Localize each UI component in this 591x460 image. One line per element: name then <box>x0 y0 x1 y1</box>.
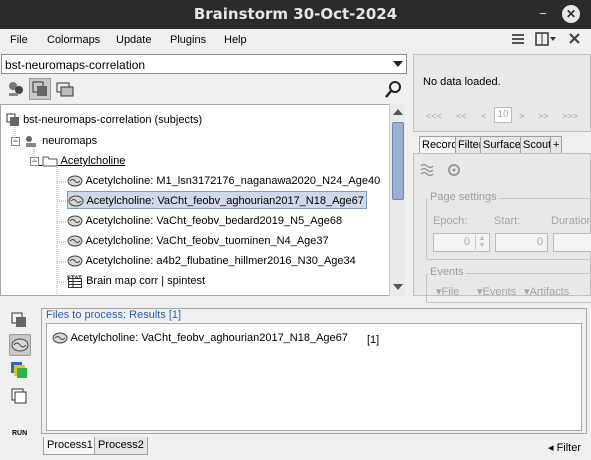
brain-icon <box>52 332 68 344</box>
nav-next-button[interactable]: > <box>519 111 524 121</box>
protocol-selector[interactable]: bst-neuromaps-correlation <box>1 54 407 74</box>
right-panel: No data loaded. <<< << < 10 > >> >>> Rec… <box>413 54 591 303</box>
tab-add[interactable]: + <box>550 136 563 153</box>
spinner-arrows-icon[interactable]: ▲ ▼ <box>475 235 488 250</box>
tab-surface[interactable]: Surface <box>480 136 524 153</box>
matrix-icon <box>11 388 27 404</box>
files-to-process-header: Files to process: Results [1] <box>46 309 182 321</box>
search-button[interactable] <box>383 78 405 100</box>
events-file-menu[interactable]: ▾File <box>436 285 459 298</box>
nav-prev-button[interactable]: < <box>481 111 486 121</box>
tree-file-item[interactable]: Acetylcholine: a4b2_flubatine_hillmer201… <box>67 252 356 270</box>
duration-field[interactable] <box>553 233 591 252</box>
title-bar: Brainstorm 30-Oct-2024 − ✕ <box>0 0 591 29</box>
tree-file-label: Acetylcholine: a4b2_flubatine_hillmer201… <box>85 255 356 267</box>
timefreq-icon <box>11 362 27 378</box>
menu-help[interactable]: Help <box>224 34 247 46</box>
process-sidebar: RUN <box>0 300 40 445</box>
process-file-list: Acetylcholine: VaCht_feobv_aghourian2017… <box>46 323 582 431</box>
run-button[interactable]: RUN <box>12 430 27 437</box>
nav-prev2-button[interactable]: << <box>456 111 467 121</box>
minimize-icon[interactable]: − <box>534 5 552 23</box>
tree-file-label: Acetylcholine: VaCht_feobv_bedard2019_N5… <box>85 215 343 227</box>
subjects-icon <box>9 82 23 96</box>
explorer-view-toolbar <box>0 76 410 102</box>
menu-plugins[interactable]: Plugins <box>170 34 206 46</box>
process-file-count: [1] <box>367 334 380 346</box>
start-field[interactable]: 0 <box>495 233 548 252</box>
record-tab-content: Page settings Epoch: Start: Duration 0 ▲… <box>413 153 591 303</box>
tree-file-item-selected[interactable]: Acetylcholine: VaCht_feobv_aghourian2017… <box>67 191 367 209</box>
window-title: Brainstorm 30-Oct-2024 <box>193 5 398 23</box>
tree-stat-item[interactable]: STAT Brain map corr | spintest <box>67 272 205 290</box>
brain-icon <box>11 338 29 352</box>
process-view-condition-button[interactable] <box>9 310 31 332</box>
process-sources-button[interactable] <box>9 334 31 356</box>
tab-process1[interactable]: Process1 <box>43 437 97 455</box>
process-timefreq-button[interactable] <box>9 360 31 382</box>
menu-update[interactable]: Update <box>116 34 151 46</box>
menu-bar: File Colormaps Update Plugins Help <box>0 29 591 52</box>
settings-icon[interactable] <box>447 163 461 177</box>
filter-button[interactable]: ◂ Filter <box>548 441 581 454</box>
process-file-item[interactable]: Acetylcholine: VaCht_feobv_aghourian2017… <box>52 332 348 344</box>
studies-icon <box>56 82 74 97</box>
nav-first-button[interactable]: <<< <box>426 111 442 121</box>
process-matrix-button[interactable] <box>9 386 31 408</box>
layout-list-icon[interactable] <box>511 32 525 49</box>
panel-tabs: Record Filter Surface Scout + <box>413 136 591 153</box>
tree-file-label: Acetylcholine: VaCht_feobv_aghourian2017… <box>86 195 364 207</box>
view-by-study-button[interactable] <box>54 78 76 100</box>
tree-file-item[interactable]: Acetylcholine: M1_lsn3172176_naganawa202… <box>67 172 380 190</box>
search-icon <box>385 81 401 98</box>
duration-label: Duration <box>551 215 591 227</box>
close-panel-icon[interactable] <box>568 32 581 49</box>
events-events-menu[interactable]: ▾Events <box>477 285 516 298</box>
protocol-name: bst-neuromaps-correlation <box>5 58 146 72</box>
tree-file-item[interactable]: Acetylcholine: VaCht_feobv_tuominen_N4_A… <box>67 232 329 250</box>
epoch-spinner[interactable]: 0 ▲ ▼ <box>433 233 490 252</box>
time-info-box: No data loaded. <<< << < 10 > >> >>> <box>413 54 591 132</box>
epoch-label: Epoch: <box>433 215 468 227</box>
start-label: Start: <box>494 215 521 227</box>
files-to-process-box: Files to process: Results [1] Acetylchol… <box>41 308 587 434</box>
view-by-condition-button[interactable] <box>29 78 51 100</box>
close-window-icon[interactable]: ✕ <box>562 5 580 23</box>
display-mode-icon[interactable] <box>420 163 436 177</box>
process-file-label: Acetylcholine: VaCht_feobv_aghourian2017… <box>70 332 348 344</box>
tree-file-item[interactable]: Acetylcholine: VaCht_feobv_bedard2019_N5… <box>67 212 342 230</box>
view-by-subject-button[interactable] <box>5 78 27 100</box>
chevron-down-icon <box>393 61 403 67</box>
events-artifacts-menu[interactable]: ▾Artifacts <box>524 285 569 298</box>
menu-colormaps[interactable]: Colormaps <box>47 34 100 46</box>
page-settings-label: Page settings <box>428 191 499 203</box>
tree-scrollbar[interactable] <box>389 104 405 296</box>
scroll-up-icon[interactable] <box>393 109 403 115</box>
nav-last-button[interactable]: >>> <box>562 111 578 121</box>
tree-stat-label: Brain map corr | spintest <box>86 275 206 287</box>
scrollbar-thumb[interactable] <box>392 122 404 200</box>
events-label: Events <box>428 266 466 278</box>
scroll-down-icon[interactable] <box>393 284 403 290</box>
no-data-text: No data loaded. <box>423 76 501 88</box>
tree-lines <box>14 127 67 295</box>
tree-file-label: Acetylcholine: M1_lsn3172176_naganawa202… <box>85 175 381 187</box>
conditions-icon <box>32 81 47 96</box>
tree-file-label: Acetylcholine: VaCht_feobv_tuominen_N4_A… <box>85 235 329 247</box>
nav-next2-button[interactable]: >> <box>538 111 549 121</box>
nav-value-field[interactable]: 10 <box>494 107 512 123</box>
window-layout-icon[interactable] <box>535 32 557 49</box>
tab-process2[interactable]: Process2 <box>94 437 148 455</box>
conditions-icon <box>11 312 26 327</box>
database-tree: bst-neuromaps-correlation (subjects) − n… <box>0 104 405 296</box>
menu-file[interactable]: File <box>10 34 28 46</box>
